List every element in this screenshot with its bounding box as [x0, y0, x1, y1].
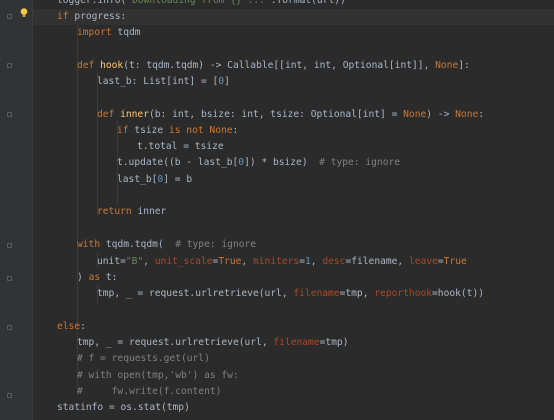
code-token: =filename, [345, 256, 409, 267]
code-line[interactable]: tmp, _ = request.urlretrieve(url, filena… [77, 337, 349, 349]
code-token: def [97, 109, 121, 120]
code-token: unit_scale [154, 256, 213, 267]
code-token: desc [322, 256, 346, 267]
code-token: tmp, _ = request.urlretrieve(url, [77, 337, 274, 348]
code-token: ) [77, 272, 89, 283]
code-token: leave [409, 256, 438, 267]
code-token: logger.info( [57, 0, 127, 6]
code-editor[interactable]: logger.info("Downloading from {} ...".fo… [0, 0, 554, 420]
code-token: True [443, 256, 467, 267]
code-token: filename [273, 337, 320, 348]
code-line[interactable]: t.update((b - last_b[0]) * bsize) # type… [117, 157, 400, 169]
code-token: (b: int, bsize: int, tsize: Optional[int… [149, 109, 404, 120]
code-line[interactable]: return inner [97, 206, 166, 218]
code-token: miniters [253, 256, 300, 267]
code-token: t.total = tsize [137, 141, 224, 152]
code-line[interactable]: ) as t: [77, 272, 117, 284]
code-token: , [241, 256, 253, 267]
code-token: # fw.write(f.content) [77, 386, 222, 397]
code-token: ) -> [426, 109, 456, 120]
code-line[interactable]: # with open(tmp,'wb') as fw: [77, 370, 239, 382]
code-token: inner [137, 206, 167, 217]
code-token: (t: tqdm.tqdm) -> Callable[[int, int, Op… [123, 60, 436, 71]
code-line[interactable]: statinfo = os.stat(tmp) [57, 402, 190, 414]
code-token: None [435, 60, 459, 71]
code-line[interactable]: with tqdm.tqdm( # type: ignore [77, 239, 256, 251]
code-token: .format(url)) [270, 0, 346, 6]
code-token: "B" [125, 256, 144, 267]
code-line[interactable]: t.total = tsize [137, 141, 224, 153]
code-line[interactable]: tmp, _ = request.urlretrieve(url, filena… [97, 288, 484, 300]
code-token: with [77, 239, 106, 250]
code-token: , [310, 256, 323, 267]
code-line[interactable]: # f = requests.get(url) [77, 353, 210, 365]
code-token: =tmp, [339, 288, 375, 299]
code-line[interactable]: last_b: List[int] = [0] [97, 76, 230, 88]
code-token: if [117, 125, 135, 136]
code-line[interactable]: if progress: [57, 11, 126, 23]
code-token: filename [293, 288, 340, 299]
code-token: ]: [458, 60, 470, 71]
code-token: def [77, 60, 101, 71]
code-token: if [57, 11, 75, 22]
code-token: # f = requests.get(url) [77, 353, 210, 364]
code-token: ] = b [163, 174, 193, 185]
code-token: is not None [168, 125, 233, 136]
code-token: tmp, _ = request.urlretrieve(url, [97, 288, 294, 299]
code-token: tqdm [117, 27, 141, 38]
code-line[interactable]: logger.info("Downloading from {} ...".fo… [57, 0, 346, 7]
code-token: last_b: List[int] = [ [97, 76, 219, 87]
code-token: , [143, 256, 155, 267]
code-line[interactable]: unit="B", unit_scale=True, miniters=1, d… [97, 256, 467, 268]
code-token: progress: [74, 11, 127, 22]
code-token: ]) * bsize) [244, 157, 320, 168]
code-token: # type: ignore [319, 157, 401, 168]
code-token: hook [100, 60, 124, 71]
code-token: None [455, 109, 479, 120]
code-token: : [232, 125, 239, 136]
code-line[interactable]: def inner(b: int, bsize: int, tsize: Opt… [97, 109, 484, 121]
code-token: else [57, 321, 81, 332]
code-token: statinfo = os.stat(tmp) [57, 402, 190, 413]
code-token: =tmp) [319, 337, 349, 348]
code-line[interactable]: if tsize is not None: [117, 125, 238, 137]
code-token: : [80, 321, 86, 332]
code-token: # with open(tmp,'wb') as fw: [77, 370, 239, 381]
code-token: =hook(t)) [432, 288, 485, 299]
code-line[interactable]: def hook(t: tqdm.tqdm) -> Callable[[int,… [77, 60, 470, 72]
code-token: : [478, 109, 485, 120]
code-token: reporthook [374, 288, 433, 299]
code-token: # type: ignore [175, 239, 257, 250]
code-line[interactable]: last_b[0] = b [117, 174, 192, 186]
code-token: import [77, 27, 118, 38]
code-line[interactable]: import tqdm [77, 27, 141, 39]
code-token: unit= [97, 256, 126, 267]
code-line[interactable]: else: [57, 321, 86, 333]
code-token: True [218, 256, 242, 267]
code-token: t: [105, 272, 118, 283]
code-token: inner [120, 109, 149, 120]
code-line[interactable]: # fw.write(f.content) [77, 386, 221, 398]
code-token: tqdm.tqdm( [105, 239, 176, 250]
code-token: last_b[ [117, 174, 158, 185]
code-token: t.update((b - last_b[ [117, 157, 239, 168]
code-token: ] [224, 76, 230, 87]
code-token: None [403, 109, 427, 120]
code-token: as [88, 272, 106, 283]
code-token: return [97, 206, 138, 217]
code-token: tsize [134, 125, 169, 136]
code-token: "Downloading from {} ..." [126, 0, 271, 6]
